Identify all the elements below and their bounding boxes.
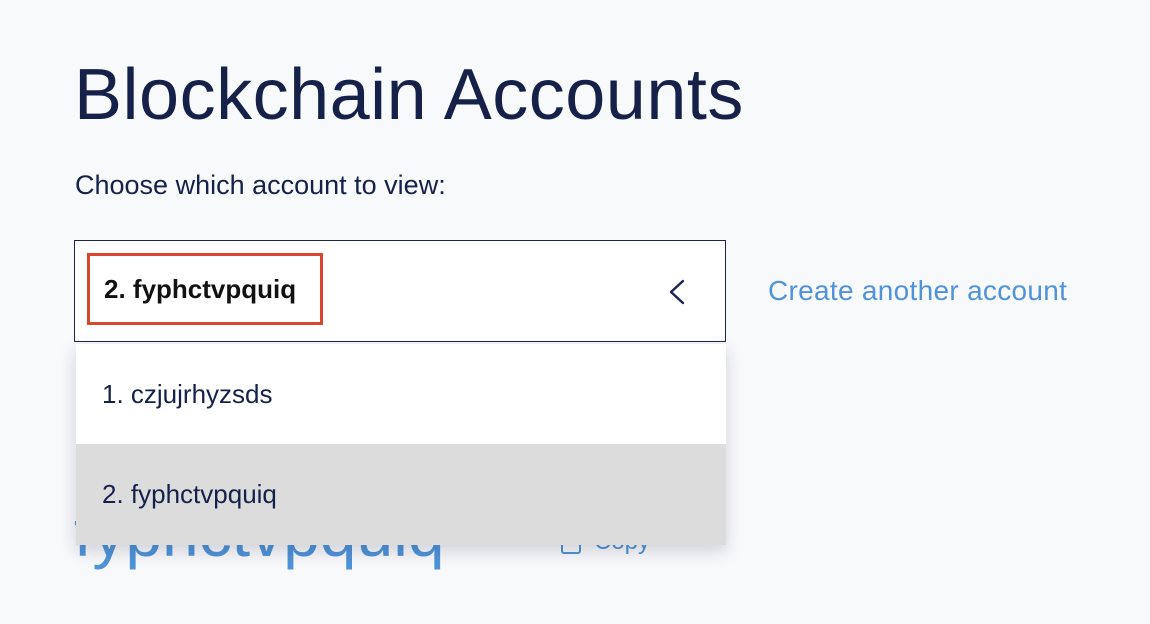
choose-account-label: Choose which account to view: — [75, 170, 446, 200]
chevron-left-icon[interactable] — [665, 279, 689, 305]
selected-account-value: 2. fyphctvpquiq — [87, 253, 324, 325]
create-account-link[interactable]: Create another account — [768, 273, 1067, 309]
page-title: Blockchain Accounts — [74, 55, 744, 135]
account-select[interactable]: 2. fyphctvpquiq — [74, 240, 726, 342]
dropdown-option-fyphctvpquiq[interactable]: 2. fyphctvpquiq — [76, 444, 726, 545]
account-dropdown-menu: 1. czjujrhyzsds 2. fyphctvpquiq — [76, 344, 726, 545]
dropdown-option-czjujrhyzsds[interactable]: 1. czjujrhyzsds — [76, 344, 726, 444]
